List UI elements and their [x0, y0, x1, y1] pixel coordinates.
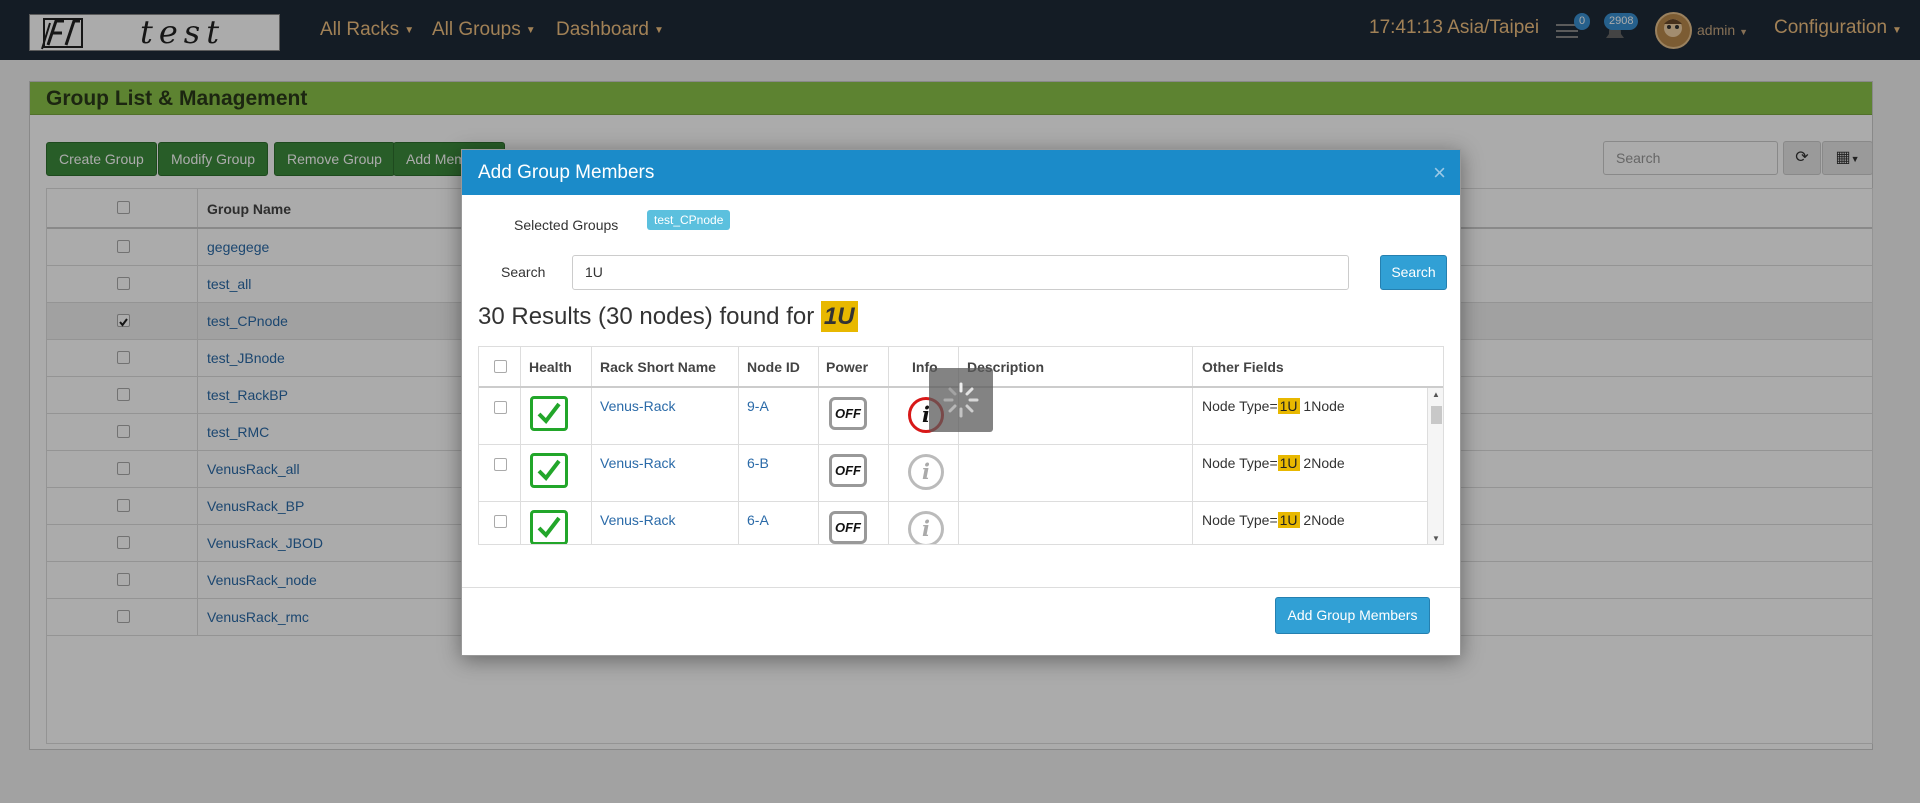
result-checkbox[interactable] [494, 401, 507, 414]
search-label: Search [501, 264, 546, 280]
result-checkbox[interactable] [494, 458, 507, 471]
column-divider [520, 502, 521, 544]
column-divider [738, 502, 739, 544]
column-divider [888, 388, 889, 444]
check-icon [537, 516, 561, 539]
power-header: Power [826, 359, 869, 375]
column-divider [1192, 502, 1193, 544]
column-divider [738, 388, 739, 444]
column-divider [738, 347, 739, 386]
node-id-link[interactable]: 9-A [747, 398, 769, 414]
add-group-members-button[interactable]: Add Group Members [1275, 597, 1430, 634]
rack-short-name-header: Rack Short Name [600, 359, 716, 375]
spinner-icon [943, 382, 979, 418]
node-type-highlight: 1U [1277, 398, 1300, 414]
column-divider [520, 347, 521, 386]
node-type-suffix: 2Node [1299, 512, 1345, 528]
column-divider [520, 445, 521, 501]
health-header: Health [529, 359, 572, 375]
scroll-up-icon[interactable]: ▲ [1432, 390, 1440, 399]
result-checkbox[interactable] [494, 515, 507, 528]
rack-link[interactable]: Venus-Rack [600, 512, 675, 528]
column-divider [888, 502, 889, 544]
other-fields-text: Node Type= 1U 2Node [1202, 512, 1345, 528]
column-divider [888, 445, 889, 501]
results-scrollbar[interactable]: ▲ ▼ [1427, 388, 1443, 544]
health-ok-icon[interactable] [530, 396, 568, 431]
column-divider [738, 445, 739, 501]
column-divider [818, 347, 819, 386]
check-icon [537, 402, 561, 425]
column-divider [818, 502, 819, 544]
power-off-button[interactable]: OFF [829, 511, 867, 544]
column-divider [888, 347, 889, 386]
node-type-highlight: 1U [1277, 455, 1300, 471]
selected-groups-label: Selected Groups [514, 217, 619, 233]
rack-link[interactable]: Venus-Rack [600, 455, 675, 471]
node-type-label: Node Type= [1202, 512, 1278, 528]
power-off-button[interactable]: OFF [829, 397, 867, 430]
column-divider [591, 502, 592, 544]
node-id-link[interactable]: 6-A [747, 512, 769, 528]
selected-group-tag: test_CPnode [647, 210, 731, 230]
node-type-label: Node Type= [1202, 398, 1278, 414]
health-ok-icon[interactable] [530, 510, 568, 544]
scroll-thumb[interactable] [1431, 406, 1442, 424]
column-divider [818, 445, 819, 501]
info-icon[interactable]: i [908, 454, 944, 490]
other-fields-text: Node Type= 1U 1Node [1202, 398, 1345, 414]
column-divider [1192, 347, 1193, 386]
search-button[interactable]: Search [1380, 255, 1447, 290]
scroll-down-icon[interactable]: ▼ [1432, 534, 1440, 543]
dialog-header: Add Group Members × [462, 150, 1460, 195]
node-type-label: Node Type= [1202, 455, 1278, 471]
node-type-highlight: 1U [1277, 512, 1300, 528]
column-divider [591, 347, 592, 386]
power-off-button[interactable]: OFF [829, 454, 867, 487]
column-divider [958, 502, 959, 544]
result-row: Venus-Rack 6-A OFF i Node Type= 1U 2Node [479, 502, 1427, 544]
close-icon[interactable]: × [1433, 150, 1446, 195]
result-row: Venus-Rack 6-B OFF i Node Type= 1U 2Node [479, 445, 1427, 502]
column-divider [591, 388, 592, 444]
results-summary: 30 Results (30 nodes) found for 1U [478, 301, 858, 332]
check-icon [537, 459, 561, 482]
results-count-text: 30 Results (30 nodes) found for [478, 303, 815, 330]
node-type-suffix: 2Node [1299, 455, 1345, 471]
node-id-header: Node ID [747, 359, 800, 375]
node-type-suffix: 1Node [1299, 398, 1345, 414]
health-ok-icon[interactable] [530, 453, 568, 488]
other-fields-text: Node Type= 1U 2Node [1202, 455, 1345, 471]
rack-link[interactable]: Venus-Rack [600, 398, 675, 414]
column-divider [818, 388, 819, 444]
column-divider [1192, 388, 1193, 444]
add-group-members-dialog: Add Group Members × Selected Groups test… [461, 149, 1461, 656]
info-icon[interactable]: i [908, 511, 944, 544]
column-divider [591, 445, 592, 501]
column-divider [520, 388, 521, 444]
search-input[interactable]: 1U [572, 255, 1349, 290]
column-divider [1192, 445, 1193, 501]
results-term: 1U [820, 301, 858, 332]
column-divider [958, 445, 959, 501]
loading-spinner [929, 368, 993, 432]
other-fields-header: Other Fields [1202, 359, 1284, 375]
node-id-link[interactable]: 6-B [747, 455, 769, 471]
dialog-title: Add Group Members [478, 162, 655, 183]
select-all-results-checkbox[interactable] [494, 360, 507, 373]
